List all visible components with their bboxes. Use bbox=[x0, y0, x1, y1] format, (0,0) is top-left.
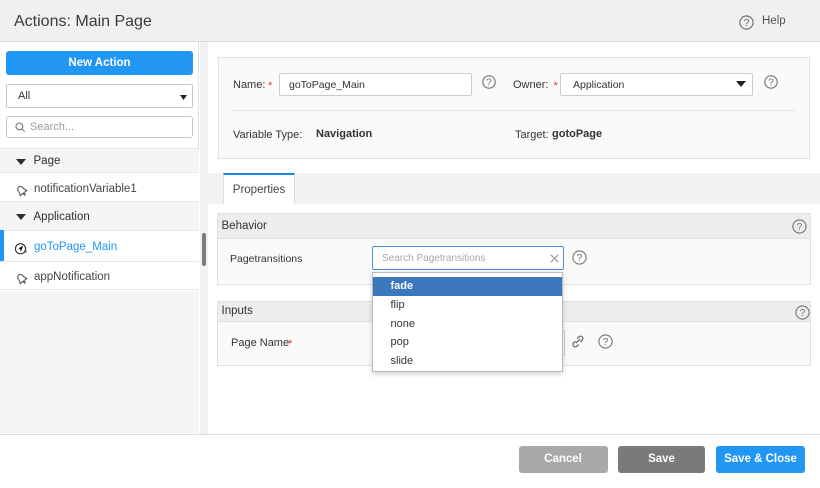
svg-text:?: ? bbox=[577, 253, 583, 264]
svg-text:?: ? bbox=[603, 337, 609, 348]
svg-text:?: ? bbox=[744, 17, 750, 29]
svg-text:?: ? bbox=[797, 222, 803, 233]
svg-text:?: ? bbox=[768, 78, 774, 89]
svg-text:?: ? bbox=[486, 78, 492, 89]
svg-text:?: ? bbox=[800, 308, 806, 319]
